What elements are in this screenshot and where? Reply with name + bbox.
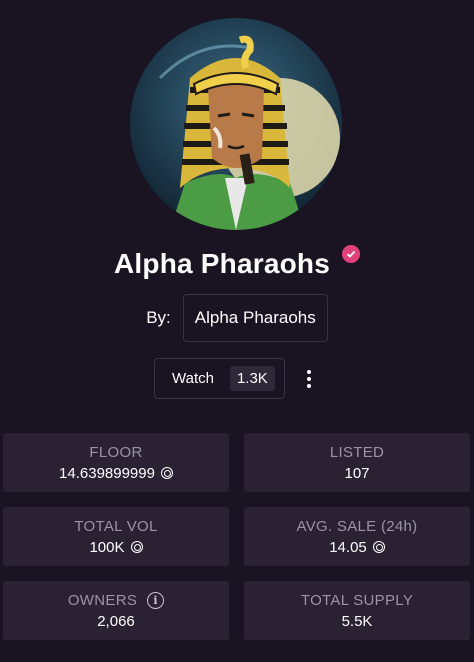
owners-label: OWNERS — [67, 591, 138, 609]
collection-avatar — [130, 18, 342, 230]
stat-floor: FLOOR 14.639899999 — [3, 433, 229, 492]
creator-row: By: Alpha Pharaohs — [0, 294, 474, 342]
sol-coin-icon — [160, 467, 173, 479]
collection-title: Alpha Pharaohs — [114, 248, 330, 279]
owners-value: 2,066 — [97, 612, 135, 630]
watch-button[interactable]: Watch 1.3K — [154, 358, 285, 399]
total-vol-value: 100K — [89, 538, 125, 556]
stat-value: 14.639899999 — [59, 465, 173, 482]
watch-row: Watch 1.3K — [154, 358, 319, 399]
stat-owners: OWNERS i 2,066 — [3, 581, 229, 640]
stat-label: FLOOR — [89, 443, 143, 461]
floor-value: 14.639899999 — [59, 464, 155, 482]
sol-coin-icon — [372, 541, 385, 553]
stat-label: AVG. SALE (24h) — [296, 517, 418, 535]
watch-label: Watch — [172, 370, 214, 387]
title-row: Alpha Pharaohs — [0, 245, 474, 280]
stat-value: 100K — [89, 538, 143, 556]
stat-label: OWNERS i — [67, 591, 165, 609]
stat-avg-sale: AVG. SALE (24h) 14.05 — [244, 507, 470, 566]
listed-value: 107 — [344, 464, 370, 482]
stat-label: LISTED — [329, 443, 385, 461]
info-icon[interactable]: i — [147, 591, 165, 609]
verified-badge-icon — [341, 245, 360, 263]
stat-value: 14.05 — [329, 539, 385, 556]
watch-count-badge: 1.3K — [229, 366, 275, 391]
by-label: By: — [146, 308, 171, 327]
stat-total-supply: TOTAL SUPPLY 5.5K — [244, 581, 470, 640]
creator-link[interactable]: Alpha Pharaohs — [182, 294, 328, 342]
total-supply-value: 5.5K — [341, 612, 373, 630]
pharaoh-avatar-image — [130, 18, 342, 230]
sol-coin-icon — [130, 541, 143, 553]
stat-label: TOTAL SUPPLY — [300, 591, 414, 609]
stat-total-vol: TOTAL VOL 100K — [3, 507, 229, 566]
stat-label: TOTAL VOL — [74, 517, 158, 535]
collection-header: Alpha Pharaohs By: Alpha Pharaohs Watch … — [0, 0, 474, 662]
more-vertical-icon[interactable] — [299, 367, 319, 391]
avg-sale-value: 14.05 — [329, 538, 367, 556]
stat-listed: LISTED 107 — [244, 433, 470, 492]
